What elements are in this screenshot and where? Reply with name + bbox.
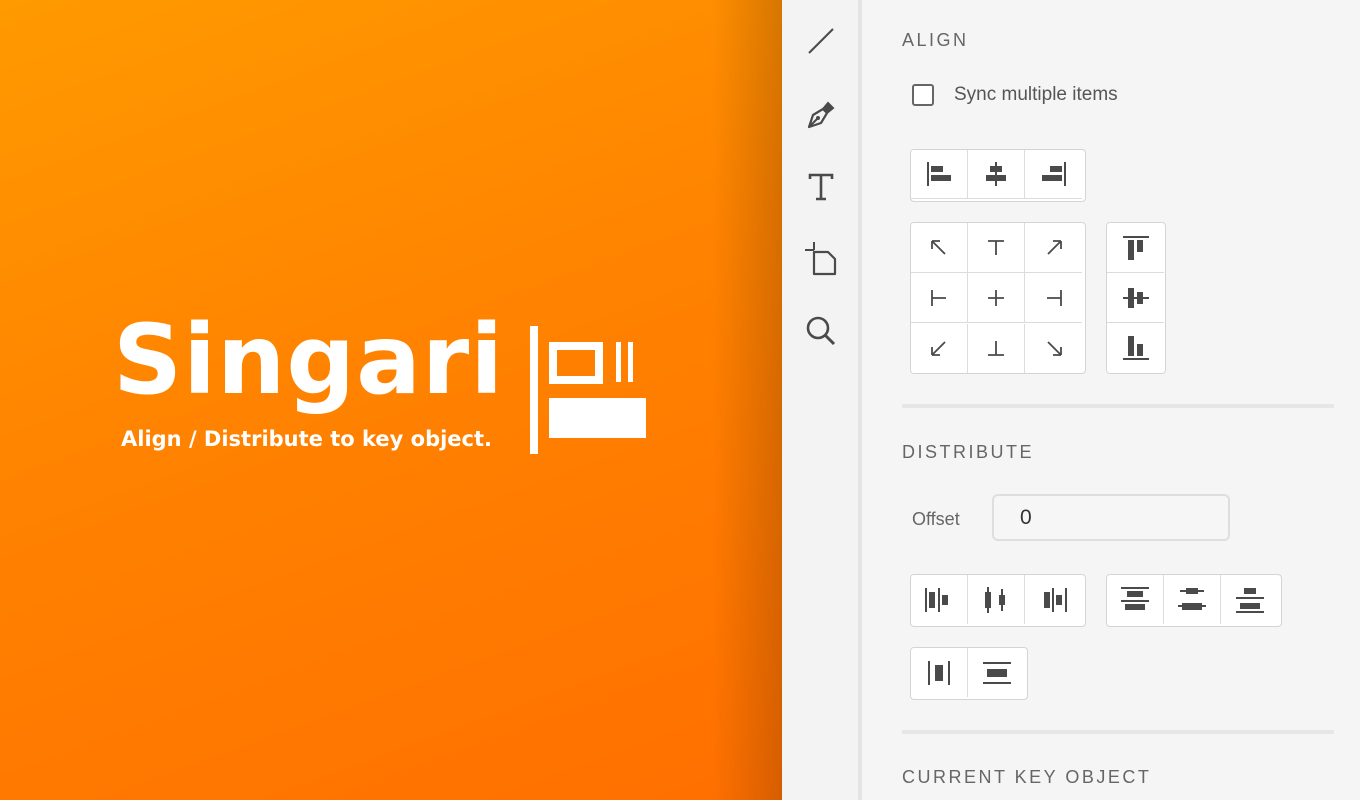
zoom-tool-icon[interactable] [804, 314, 838, 348]
artboard-tool-icon[interactable] [804, 242, 838, 276]
sync-multiple-checkbox[interactable] [912, 84, 934, 106]
anchor-top-right-button[interactable] [1025, 223, 1082, 273]
offset-label: Offset [912, 509, 960, 529]
align-left-button[interactable] [911, 150, 968, 199]
align-divider [902, 404, 1334, 408]
anchor-middle-left-button[interactable] [911, 273, 968, 324]
pen-tool-icon[interactable] [804, 98, 838, 132]
anchor-bottom-left-button[interactable] [911, 323, 968, 373]
text-tool-icon[interactable] [804, 170, 838, 204]
align-top-button[interactable] [1107, 223, 1164, 273]
align-vertical-group [1106, 222, 1166, 374]
align-anchor-grid [910, 222, 1086, 374]
align-horizontal-group [910, 149, 1086, 202]
logo-mark-icon [530, 326, 646, 454]
distribute-right-button[interactable] [1025, 575, 1082, 624]
logo-subtitle: Align / Distribute to key object. [121, 427, 493, 451]
distribute-bottom-button[interactable] [1221, 575, 1278, 624]
hero-banner: Singari Align / Distribute to key object… [0, 0, 782, 800]
anchor-bottom-right-button[interactable] [1025, 323, 1082, 373]
distribute-section-title: DISTRIBUTE [902, 442, 1035, 462]
distribute-divider [902, 730, 1334, 734]
offset-input[interactable]: 0 [992, 494, 1230, 541]
key-object-section-title: CURRENT KEY OBJECT [902, 767, 1152, 787]
anchor-top-left-button[interactable] [911, 223, 968, 273]
align-right-button[interactable] [1025, 150, 1082, 199]
hero-shadow [712, 0, 782, 800]
distribute-top-button[interactable] [1107, 575, 1164, 624]
distribute-spacing-group [910, 647, 1028, 700]
anchor-center-button[interactable] [968, 273, 1025, 324]
properties-panel: ALIGN Sync multiple items DISTRIBUTE Off… [866, 0, 1360, 800]
distribute-left-button[interactable] [911, 575, 968, 624]
align-center-horizontal-button[interactable] [968, 150, 1025, 199]
distribute-middle-vertical-button[interactable] [1164, 575, 1221, 624]
anchor-bottom-center-button[interactable] [968, 323, 1025, 373]
logo-title: Singari [113, 304, 505, 416]
align-bottom-button[interactable] [1107, 323, 1164, 373]
align-middle-vertical-button[interactable] [1107, 273, 1164, 324]
line-tool-icon[interactable] [804, 24, 838, 58]
tool-strip [782, 0, 862, 800]
anchor-middle-right-button[interactable] [1025, 273, 1082, 324]
anchor-top-center-button[interactable] [968, 223, 1025, 273]
sync-multiple-row[interactable]: Sync multiple items [912, 84, 1118, 106]
distribute-center-horizontal-button[interactable] [968, 575, 1025, 624]
distribute-vertical-group [1106, 574, 1282, 627]
distribute-spacing-vertical-button[interactable] [968, 648, 1025, 697]
distribute-horizontal-group [910, 574, 1086, 627]
sync-multiple-label: Sync multiple items [954, 84, 1118, 105]
align-section-title: ALIGN [902, 30, 969, 50]
distribute-spacing-horizontal-button[interactable] [911, 648, 968, 697]
